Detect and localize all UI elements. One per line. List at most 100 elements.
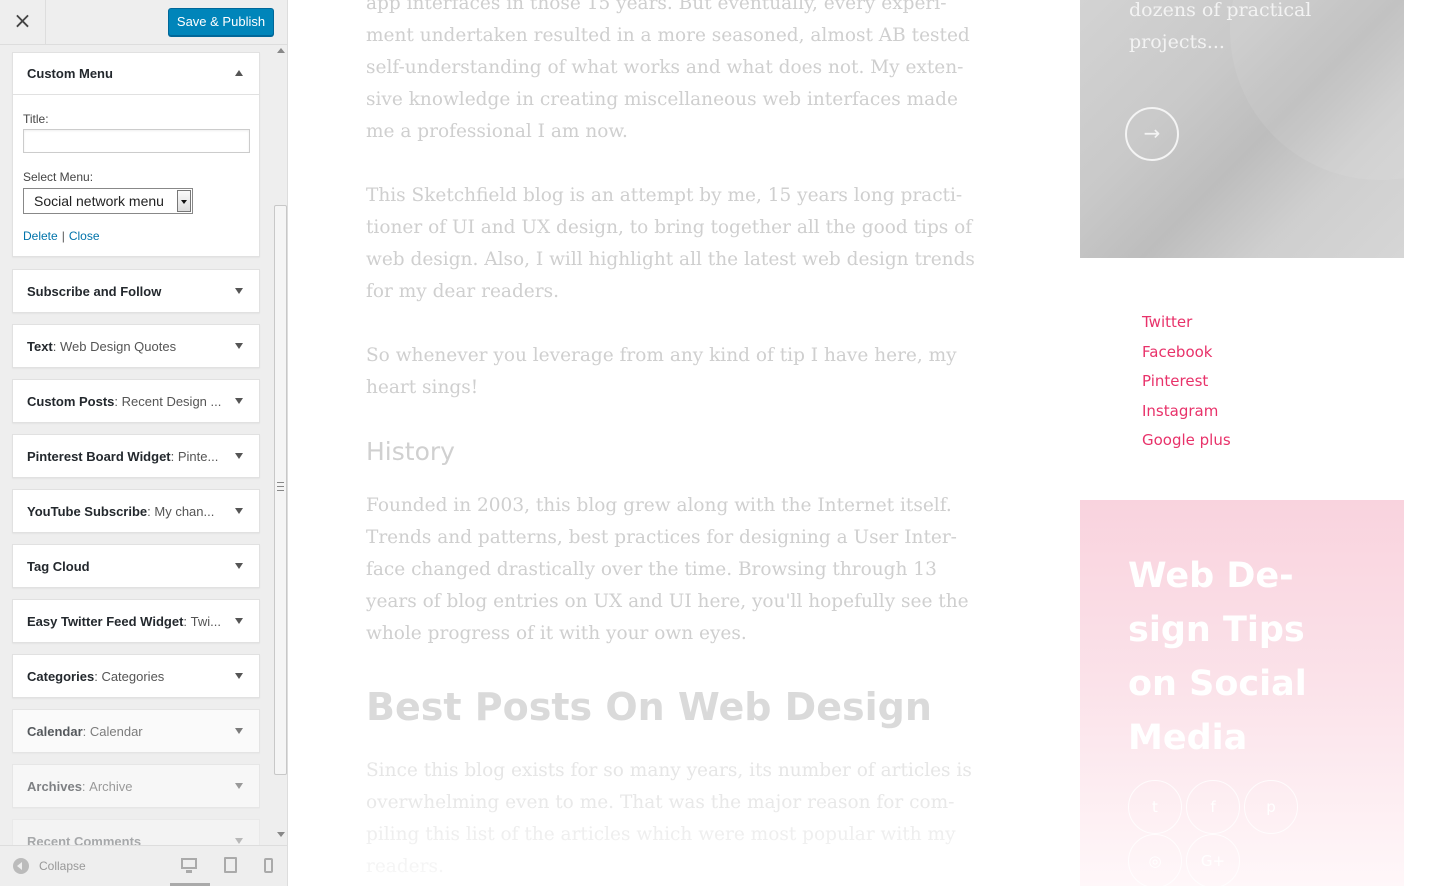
widget-header[interactable]: Recent Comments (13, 820, 259, 845)
site-preview: app interfaces in those 15 years. But ev… (289, 0, 1433, 886)
expand-arrow-icon[interactable] (235, 508, 243, 514)
widget-title: Subscribe and Follow (27, 283, 162, 299)
widget-text[interactable]: Text: Web Design Quotes (12, 324, 260, 368)
social-link-twitter[interactable]: Twitter (1142, 310, 1231, 340)
widget-custom-menu: Custom Menu Title: Select Menu: Social n… (12, 52, 260, 257)
close-link[interactable]: Close (69, 229, 100, 243)
widget-title: Pinterest Board Widget (27, 448, 171, 464)
pinterest-icon[interactable]: p (1244, 780, 1298, 834)
social-link-google-plus[interactable]: Google plus (1142, 428, 1231, 458)
widget-subtitle: Calendar (89, 723, 143, 739)
widget-header[interactable]: Subscribe and Follow (13, 270, 259, 312)
social-link-facebook[interactable]: Facebook (1142, 340, 1231, 370)
widget-calendar[interactable]: Calendar: Calendar (12, 709, 260, 753)
widget-subtitle: Categories (101, 668, 165, 684)
expand-arrow-icon[interactable] (235, 838, 243, 844)
widget-title: YouTube Subscribe (27, 503, 148, 519)
widget-title: Tag Cloud (27, 558, 90, 574)
widget-subtitle: Archive (89, 778, 133, 794)
expand-arrow-icon[interactable] (235, 618, 243, 624)
widget-subtitle: Recent Design ... (121, 393, 222, 409)
title-label: Title: (23, 112, 49, 126)
select-menu-value: Social network menu (34, 193, 164, 209)
scrollbar-thumb[interactable] (274, 205, 287, 775)
instagram-icon[interactable]: ◎ (1128, 834, 1182, 886)
widget-header[interactable]: Custom Posts: Recent Design ... (13, 380, 259, 422)
expand-arrow-icon[interactable] (235, 563, 243, 569)
separator: | (61, 229, 65, 243)
expand-arrow-icon[interactable] (235, 728, 243, 734)
collapse-button[interactable]: Collapse (39, 859, 86, 873)
google-plus-icon[interactable]: G+ (1186, 834, 1240, 886)
sidebar-scrollbar[interactable] (273, 45, 287, 845)
expand-arrow-icon[interactable] (235, 453, 243, 459)
widget-youtube-subscribe[interactable]: YouTube Subscribe: My chan... (12, 489, 260, 533)
widget-pinterest-board[interactable]: Pinterest Board Widget: Pinte... (12, 434, 260, 478)
widget-actions: Delete | Close (23, 229, 100, 243)
article-paragraph: This Sketchfield blog is an attempt by m… (366, 185, 975, 302)
widget-header[interactable]: Pinterest Board Widget: Pinte... (13, 435, 259, 477)
customizer-footer: Collapse (0, 845, 287, 886)
social-tips-card: Web De-sign Tips on Social Media t f p ◎… (1080, 500, 1404, 886)
widget-title: Easy Twitter Feed Widget (27, 613, 184, 629)
twitter-icon[interactable]: t (1128, 780, 1182, 834)
article-paragraph: Founded in 2003, this blog grew along wi… (366, 495, 969, 644)
select-menu-dropdown[interactable]: Social network menu (23, 188, 193, 214)
customizer-header: × Save & Publish (0, 0, 287, 45)
widget-recent-comments[interactable]: Recent Comments (12, 819, 260, 845)
arrow-right-icon: → (1143, 121, 1161, 145)
chevron-down-icon[interactable] (177, 190, 191, 212)
expand-arrow-icon[interactable] (235, 673, 243, 679)
social-link-instagram[interactable]: Instagram (1142, 399, 1231, 429)
mobile-preview-icon[interactable] (262, 856, 282, 876)
read-more-button[interactable]: → (1125, 107, 1179, 161)
fade-overlay (289, 790, 1049, 886)
widget-subtitle: Pinte... (177, 448, 219, 464)
scroll-down-arrow-icon[interactable] (277, 832, 285, 837)
tablet-preview-icon[interactable] (222, 856, 242, 876)
facebook-icon[interactable]: f (1186, 780, 1240, 834)
save-publish-button[interactable]: Save & Publish (168, 8, 274, 36)
widget-custom-posts[interactable]: Custom Posts: Recent Design ... (12, 379, 260, 423)
widget-header[interactable]: Archives: Archive (13, 765, 259, 807)
history-heading: History (366, 437, 455, 466)
widget-header[interactable]: YouTube Subscribe: My chan... (13, 490, 259, 532)
widget-tag-cloud[interactable]: Tag Cloud (12, 544, 260, 588)
widget-archives[interactable]: Archives: Archive (12, 764, 260, 808)
desktop-preview-icon[interactable] (180, 856, 200, 876)
widget-title: Recent Comments (27, 833, 142, 846)
social-link-pinterest[interactable]: Pinterest (1142, 369, 1231, 399)
expand-arrow-icon[interactable] (235, 343, 243, 349)
widget-header[interactable]: Calendar: Calendar (13, 710, 259, 752)
expand-arrow-icon[interactable] (235, 398, 243, 404)
widget-header[interactable]: Text: Web Design Quotes (13, 325, 259, 367)
widget-title: Custom Posts (27, 393, 115, 409)
collapse-icon[interactable] (13, 858, 29, 874)
widget-subscribe-and-follow[interactable]: Subscribe and Follow (12, 269, 260, 313)
expand-arrow-icon[interactable] (235, 288, 243, 294)
collapse-arrow-icon[interactable] (235, 70, 243, 76)
delete-link[interactable]: Delete (23, 229, 58, 243)
widget-title: Calendar (27, 723, 83, 739)
widget-subtitle: Web Design Quotes (60, 338, 177, 354)
widget-easy-twitter-feed[interactable]: Easy Twitter Feed Widget: Twi... (12, 599, 260, 643)
expand-arrow-icon[interactable] (235, 783, 243, 789)
scroll-up-arrow-icon[interactable] (277, 48, 285, 53)
social-tips-title: Web De-sign Tips on Social Media (1128, 556, 1307, 758)
social-network-menu: Twitter Facebook Pinterest Instagram Goo… (1142, 310, 1231, 458)
widget-header[interactable]: Tag Cloud (13, 545, 259, 587)
close-customizer-button[interactable]: × (0, 0, 46, 45)
widget-header[interactable]: Easy Twitter Feed Widget: Twi... (13, 600, 259, 642)
widget-title: Text (27, 338, 53, 354)
widget-header[interactable]: Custom Menu (13, 53, 259, 95)
customizer-sidebar: × Save & Publish Custom Menu Title: Sele… (0, 0, 288, 886)
article-paragraph: app interfaces in those 15 years. But ev… (366, 0, 970, 142)
widget-header[interactable]: Categories: Categories (13, 655, 259, 697)
select-menu-label: Select Menu: (23, 170, 94, 184)
widget-title: Categories (27, 668, 95, 684)
widget-categories[interactable]: Categories: Categories (12, 654, 260, 698)
widget-subtitle: My chan... (154, 503, 215, 519)
widget-subtitle: Twi... (190, 613, 221, 629)
title-input[interactable] (23, 129, 250, 153)
widget-list: Custom Menu Title: Select Menu: Social n… (0, 45, 287, 845)
